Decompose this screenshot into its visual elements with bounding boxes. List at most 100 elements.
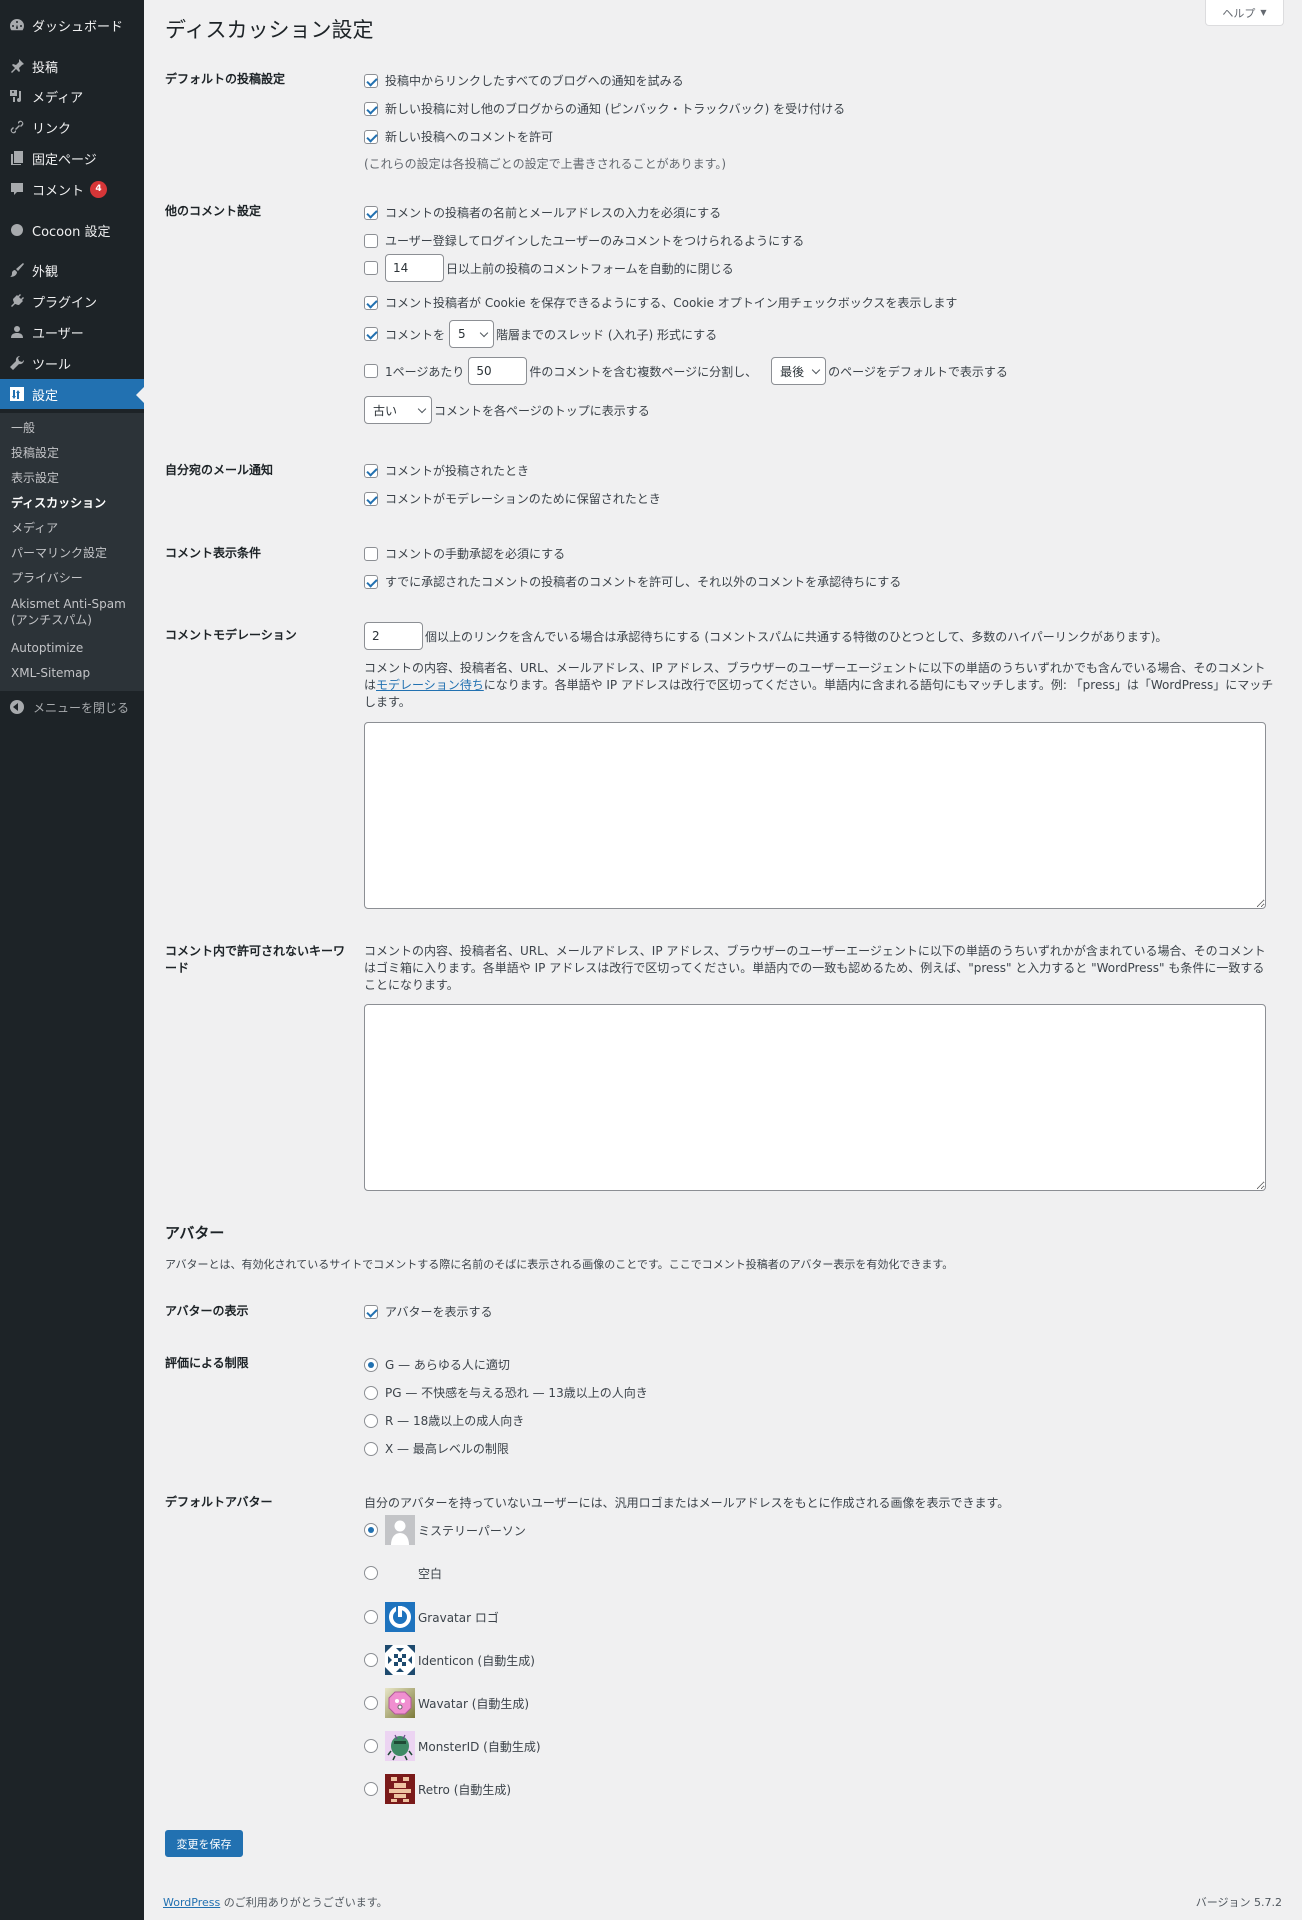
submenu-item-permalinks[interactable]: パーマリンク設定 [11, 545, 107, 561]
wordpress-link[interactable]: WordPress [163, 1896, 220, 1909]
radio[interactable] [364, 1739, 378, 1753]
option-label: コメントの手動承認を必須にする [385, 547, 566, 561]
avatar-default-identicon[interactable]: Identicon (自動生成) [364, 1645, 535, 1675]
radio[interactable] [364, 1653, 378, 1667]
disallowed-keys-description: コメントの内容、投稿者名、URL、メールアドレス、IP アドレス、ブラウザーのユ… [364, 944, 1266, 992]
submenu-item-writing[interactable]: 投稿設定 [11, 445, 59, 461]
show-avatars[interactable]: アバターを表示する [364, 1303, 493, 1320]
sidebar-item-plugins[interactable]: プラグイン [0, 286, 144, 316]
option-label: 1ページあたり [385, 364, 465, 379]
default-comments-page-select[interactable]: 最後 [771, 357, 827, 385]
thread-depth-select[interactable]: 5 [449, 320, 495, 348]
select-value: 最後 [780, 364, 805, 379]
checkbox[interactable] [364, 295, 378, 310]
moderation-keys-textarea[interactable] [364, 722, 1266, 909]
sidebar-item-media[interactable]: メディア [0, 81, 144, 111]
submenu-item-label: Akismet Anti-Spam [11, 597, 126, 611]
sidebar-item-label: 投稿 [32, 60, 59, 76]
moderation-queue-link[interactable]: モデレーション待ち [376, 678, 484, 692]
sidebar-item-links[interactable]: リンク [0, 112, 144, 142]
submenu-item-media[interactable]: メディア [11, 520, 58, 536]
avatar-default-mystery[interactable]: ミステリーパーソン [364, 1515, 526, 1545]
sidebar-item-users[interactable]: ユーザー [0, 317, 144, 347]
sidebar-item-tools[interactable]: ツール [0, 348, 144, 378]
collapse-menu-button[interactable]: メニューを閉じる [0, 694, 144, 720]
close-comments-days-input[interactable]: 14 [385, 254, 444, 282]
checkbox[interactable] [364, 463, 378, 478]
radio[interactable] [364, 1441, 378, 1456]
sidebar-item-cocoon[interactable]: Cocoon 設定 [0, 215, 144, 245]
submenu-item-reading[interactable]: 表示設定 [11, 470, 59, 486]
sidebar-item-dashboard[interactable]: ダッシュボード [0, 10, 144, 40]
radio[interactable] [364, 1782, 378, 1796]
avatar-default-blank[interactable]: 空白 [364, 1558, 442, 1588]
checkbox[interactable] [364, 233, 378, 248]
sidebar-item-appearance[interactable]: 外観 [0, 255, 144, 285]
save-changes-button[interactable]: 変更を保存 [165, 1830, 243, 1857]
checkbox[interactable] [364, 1304, 378, 1319]
comment-order-select[interactable]: 古い [364, 396, 432, 424]
radio[interactable] [364, 1610, 378, 1624]
option-label: 投稿中からリンクしたすべてのブログへの通知を試みる [385, 74, 684, 88]
sidebar-item-label: 固定ページ [32, 152, 97, 168]
radio[interactable] [364, 1696, 378, 1710]
radio[interactable] [364, 1385, 378, 1400]
radio[interactable] [364, 1566, 378, 1580]
avatar-default-wavatar[interactable]: Wavatar (自動生成) [364, 1688, 529, 1718]
comments-notify[interactable]: コメントが投稿されたとき [364, 462, 529, 479]
radio[interactable] [364, 1523, 378, 1537]
checkbox[interactable] [364, 574, 378, 589]
default-pingback-flag[interactable]: 投稿中からリンクしたすべてのブログへの通知を試みる [364, 72, 684, 89]
comment-registration[interactable]: ユーザー登録してログインしたユーザーのみコメントをつけられるようにする [364, 232, 804, 249]
show-cookies-opt-in[interactable]: コメント投稿者が Cookie を保存できるようにする、Cookie オプトイン… [364, 294, 957, 311]
moderation-notify[interactable]: コメントがモデレーションのために保留されたとき [364, 490, 661, 507]
thread-comments-checkbox[interactable] [364, 327, 378, 341]
submenu-item-general[interactable]: 一般 [11, 420, 35, 436]
submenu-item-xml-sitemap[interactable]: XML-Sitemap [11, 665, 90, 681]
submenu-item-akismet[interactable]: Akismet Anti-Spam (アンチスパム) [11, 596, 126, 628]
avatar-rating-g[interactable]: G — あらゆる人に適切 [364, 1356, 510, 1373]
close-comments-checkbox[interactable] [364, 261, 378, 275]
sidebar-item-comments[interactable]: コメント 4 [0, 174, 144, 204]
link-icon [0, 119, 32, 135]
page-comments-checkbox[interactable] [364, 364, 378, 378]
comment-previously-approved[interactable]: すでに承認されたコメントの投稿者のコメントを許可し、それ以外のコメントを承認待ち… [364, 573, 901, 590]
sidebar-item-pages[interactable]: 固定ページ [0, 143, 144, 173]
sidebar-item-label: ツール [32, 357, 72, 373]
option-label: 新しい投稿へのコメントを許可 [385, 130, 554, 144]
avatar-rating-pg[interactable]: PG — 不快感を与える恐れ — 13歳以上の人向き [364, 1384, 648, 1401]
radio[interactable] [364, 1413, 378, 1428]
comment-moderation[interactable]: コメントの手動承認を必須にする [364, 545, 565, 562]
default-post-note: (これらの設定は各投稿ごとの設定で上書きされることがあります。) [364, 157, 727, 171]
submenu-item-discussion[interactable]: ディスカッション [11, 495, 106, 511]
checkbox[interactable] [364, 491, 378, 506]
monsterid-avatar-icon [385, 1731, 415, 1761]
submenu-item-autoptimize[interactable]: Autoptimize [11, 640, 83, 656]
checkbox[interactable] [364, 101, 378, 116]
submenu-item-privacy[interactable]: プライバシー [11, 570, 83, 586]
sidebar-item-posts[interactable]: 投稿 [0, 51, 144, 81]
avatar-rating-r[interactable]: R — 18歳以上の成人向き [364, 1412, 524, 1429]
radio[interactable] [364, 1357, 378, 1372]
comments-per-page-input[interactable]: 50 [468, 357, 528, 385]
default-comment-status[interactable]: 新しい投稿へのコメントを許可 [364, 128, 553, 145]
comment-max-links-input[interactable]: 2 [364, 622, 423, 650]
checkbox[interactable] [364, 129, 378, 144]
avatar-default-gravatar[interactable]: Gravatar ロゴ [364, 1602, 499, 1632]
checkbox[interactable] [364, 73, 378, 88]
default-ping-status[interactable]: 新しい投稿に対し他のブログからの通知 (ピンバック・トラックバック) を受け付け… [364, 100, 845, 117]
sidebar-item-label: 設定 [32, 388, 59, 404]
footer-version: バージョン 5.7.2 [1195, 1896, 1282, 1909]
email-me-label: 自分宛のメール通知 [165, 463, 274, 477]
option-label: コメントがモデレーションのために保留されたとき [385, 492, 661, 506]
avatar-default-monsterid[interactable]: MonsterID (自動生成) [364, 1731, 541, 1761]
sidebar-item-settings[interactable]: 設定 [0, 379, 144, 409]
avatar-rating-x[interactable]: X — 最高レベルの制限 [364, 1440, 509, 1457]
checkbox[interactable] [364, 546, 378, 561]
avatar-default-retro[interactable]: Retro (自動生成) [364, 1774, 511, 1804]
require-name-email[interactable]: コメントの投稿者の名前とメールアドレスの入力を必須にする [364, 204, 721, 221]
checkbox[interactable] [364, 205, 378, 220]
help-tab-button[interactable]: ヘルプ ▼ [1205, 0, 1284, 26]
identicon-avatar-icon [385, 1645, 415, 1675]
disallowed-keys-textarea[interactable] [364, 1004, 1266, 1191]
